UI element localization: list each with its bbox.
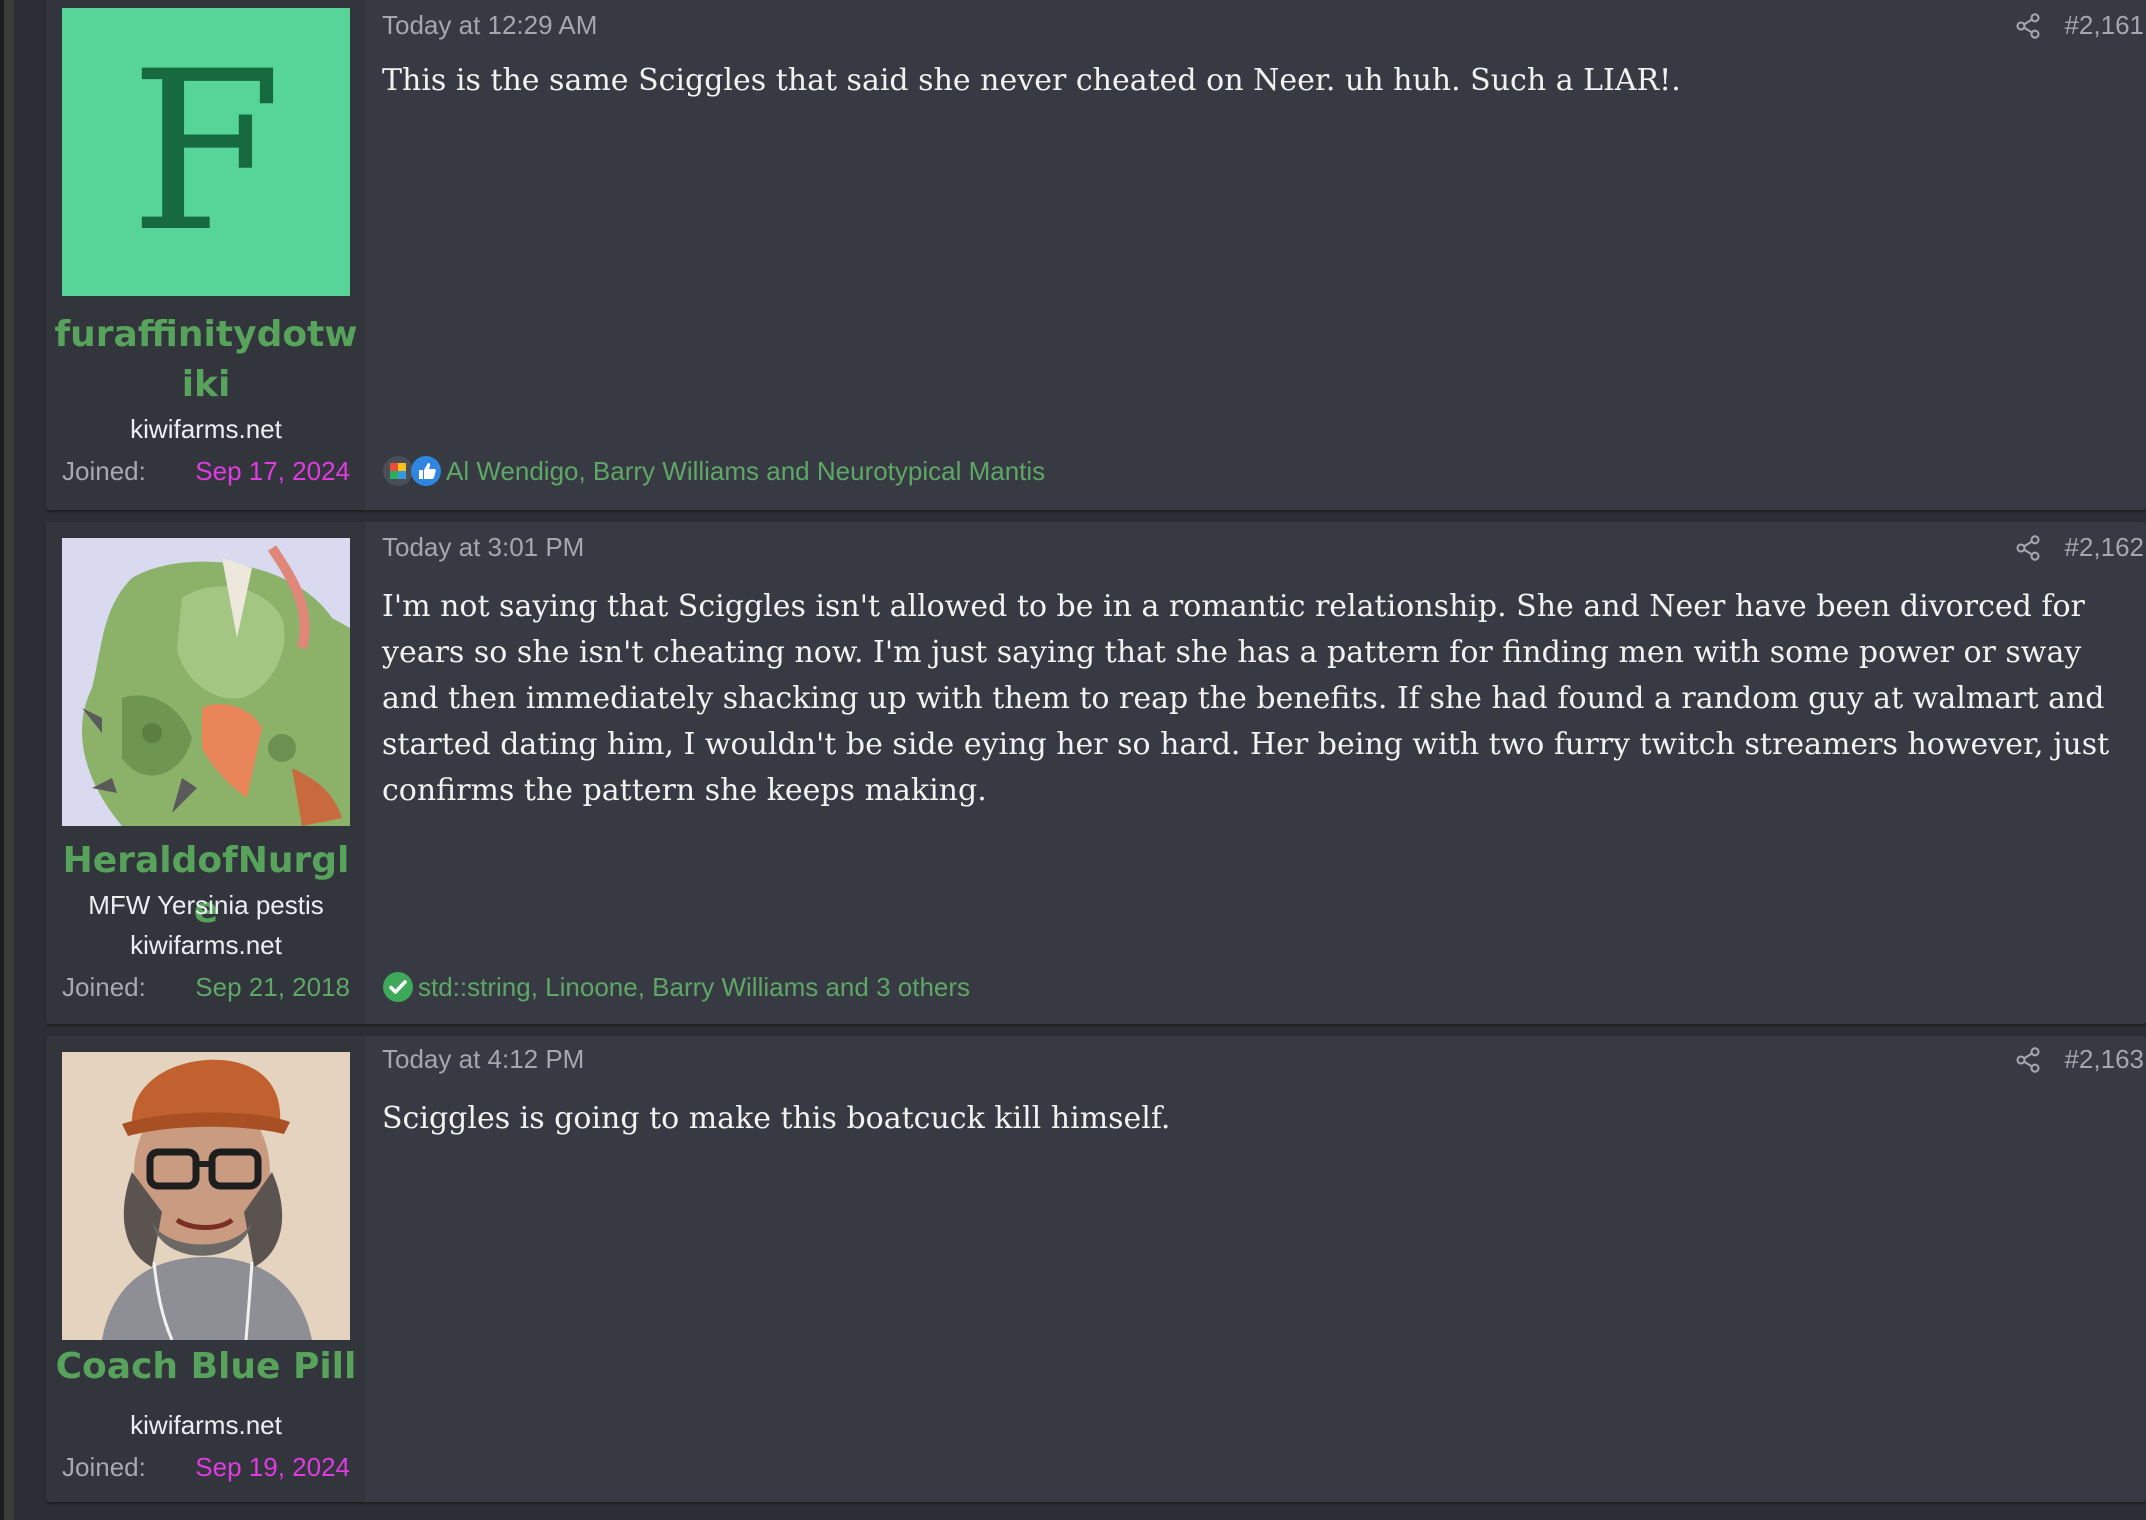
user-site: kiwifarms.net [130,1410,282,1440]
user-site: kiwifarms.net [130,414,282,444]
share-icon[interactable] [2014,12,2042,40]
post-main-cell: Today at 3:01 PM #2,162 I'm not saying t… [382,522,2146,1024]
username-link[interactable]: furaffinitydotwiki [54,310,358,410]
avatar[interactable]: F [62,8,350,296]
post-2163: Coach Blue Pill kiwifarms.net Joined: Se… [46,1036,2146,1502]
post-2161: F furaffinitydotwiki kiwifarms.net Joine… [46,0,2146,510]
post-2162: HeraldofNurgle MFW Yersinia pestis kiwif… [46,522,2146,1024]
avatar-letter: F [62,8,350,296]
joined-date: Sep 21, 2018 [195,972,350,1002]
post-body: I'm not saying that Sciggles isn't allow… [382,589,2110,808]
post-number-link[interactable]: #2,162 [2064,528,2144,566]
joined-row: Joined: Sep 19, 2024 [62,1448,350,1486]
nurgle-avatar-image [62,538,350,826]
coach-avatar-photo [62,1052,350,1340]
reaction-users[interactable]: std::string, Linoone, Barry Williams and… [418,968,970,1006]
post-date-link[interactable]: Today at 3:01 PM [382,528,584,566]
joined-row: Joined: Sep 17, 2024 [62,452,350,490]
reaction-icons [382,971,413,1003]
reaction-icons [382,455,441,487]
post-body: Sciggles is going to make this boatcuck … [382,1101,1171,1136]
post-main-cell: Today at 12:29 AM #2,161 This is the sam… [382,0,2146,510]
thumbs-up-icon [411,456,441,486]
post-user-cell: HeraldofNurgle MFW Yersinia pestis kiwif… [46,522,366,1024]
thread-post-list: F furaffinitydotwiki kiwifarms.net Joine… [46,0,2146,1520]
joined-label: Joined: [62,1452,146,1482]
avatar[interactable] [62,1052,350,1340]
reactions-bar[interactable]: std::string, Linoone, Barry Williams and… [382,968,970,1006]
user-site: kiwifarms.net [130,930,282,960]
user-title: MFW Yersinia pestis [88,890,324,920]
reaction-users[interactable]: Al Wendigo, Barry Williams and Neurotypi… [446,452,1045,490]
post-user-cell: F furaffinitydotwiki kiwifarms.net Joine… [46,0,366,510]
page-left-edge-shadow [0,0,4,1520]
joined-date: Sep 17, 2024 [195,456,350,486]
joined-date: Sep 19, 2024 [195,1452,350,1482]
post-user-cell: Coach Blue Pill kiwifarms.net Joined: Se… [46,1036,366,1502]
post-number-link[interactable]: #2,163 [2064,1040,2144,1078]
joined-row: Joined: Sep 21, 2018 [62,968,350,1006]
joined-label: Joined: [62,972,146,1002]
post-main-cell: Today at 4:12 PM #2,163 Sciggles is goin… [382,1036,2146,1502]
share-icon[interactable] [2014,534,2042,562]
post-number-link[interactable]: #2,161 [2064,6,2144,44]
joined-label: Joined: [62,456,146,486]
username-link[interactable]: Coach Blue Pill [54,1342,358,1392]
reactions-bar[interactable]: Al Wendigo, Barry Williams and Neurotypi… [382,452,1045,490]
post-date-link[interactable]: Today at 12:29 AM [382,6,597,44]
post-body: This is the same Sciggles that said she … [382,63,1681,98]
checkmark-icon [383,972,413,1002]
post-date-link[interactable]: Today at 4:12 PM [382,1040,584,1078]
page-left-edge [0,0,14,1520]
avatar[interactable] [62,538,350,826]
share-icon[interactable] [2014,1046,2042,1074]
